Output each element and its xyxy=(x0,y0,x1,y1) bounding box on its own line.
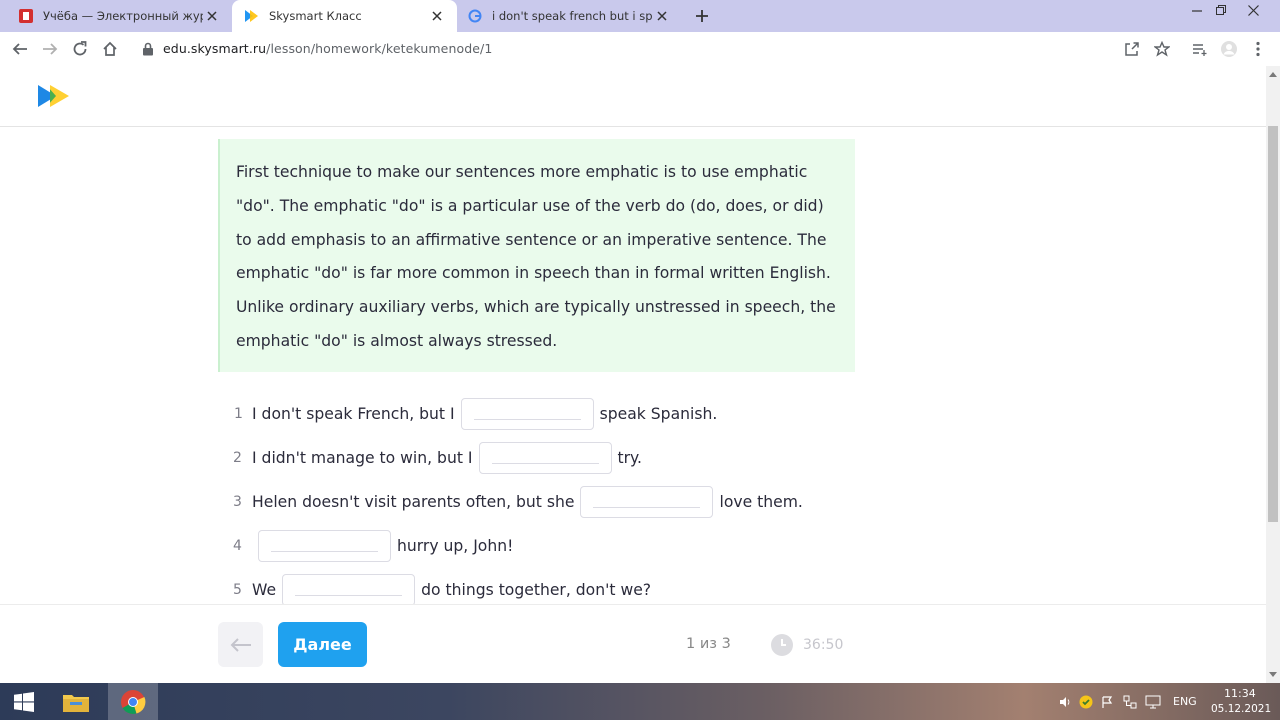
clock-icon xyxy=(771,634,793,656)
page-content: First technique to make our sentences mo… xyxy=(0,66,1266,683)
scroll-up-arrow-icon[interactable] xyxy=(1269,72,1277,77)
item-text-after: love them. xyxy=(719,493,803,511)
list-item: Helen doesn't visit parents often, but s… xyxy=(252,486,803,518)
item-text-after: hurry up, John! xyxy=(397,537,514,555)
skysmart-logo-icon[interactable] xyxy=(38,85,70,111)
item-number: 4 xyxy=(233,538,242,554)
share-icon[interactable] xyxy=(1120,37,1144,61)
flag-icon[interactable] xyxy=(1100,683,1114,720)
close-tab-icon[interactable] xyxy=(429,8,445,24)
timer: 36:50 xyxy=(771,634,843,656)
display-icon[interactable] xyxy=(1144,683,1162,720)
google-favicon-icon xyxy=(467,8,483,24)
left-arrow-icon xyxy=(230,637,251,652)
clock-date[interactable]: 05.12.2021 xyxy=(1211,703,1271,715)
item-text-before: I didn't manage to win, but I xyxy=(252,449,473,467)
lock-icon[interactable] xyxy=(136,37,160,61)
windows-taskbar: ENG 11:34 05.12.2021 xyxy=(0,683,1280,720)
back-arrow-icon[interactable] xyxy=(8,37,32,61)
network-icon[interactable] xyxy=(1122,683,1138,720)
site-header xyxy=(0,66,1266,127)
item-number: 3 xyxy=(233,494,242,510)
item-text-after: do things together, don't we? xyxy=(421,581,652,599)
theory-note: First technique to make our sentences mo… xyxy=(218,139,855,372)
tab-skysmart[interactable]: Skysmart Класс xyxy=(232,0,457,32)
home-icon[interactable] xyxy=(98,37,122,61)
forward-arrow-icon[interactable] xyxy=(38,37,62,61)
reading-list-icon[interactable] xyxy=(1187,37,1211,61)
skysmart-favicon-icon xyxy=(244,8,260,24)
url-path: /lesson/homework/ketekumenode/1 xyxy=(266,41,493,56)
next-button[interactable]: Далее xyxy=(278,622,367,667)
lesson-footer: Далее 1 из 3 36:50 xyxy=(0,604,1266,683)
list-item: hurry up, John! xyxy=(252,530,514,562)
restore-icon[interactable] xyxy=(1206,0,1236,20)
item-text-after: try. xyxy=(617,449,643,467)
tab-title: Skysmart Класс xyxy=(269,9,362,23)
item-text-before: Helen doesn't visit parents often, but s… xyxy=(252,493,575,511)
answer-input[interactable] xyxy=(580,486,714,518)
journal-favicon-icon xyxy=(18,8,34,24)
timer-text: 36:50 xyxy=(803,637,844,653)
list-item: I didn't manage to win, but I try. xyxy=(252,442,643,474)
tab-title: Учёба — Электронный журнал xyxy=(43,9,203,23)
answer-input[interactable] xyxy=(282,574,416,606)
close-tab-icon[interactable] xyxy=(204,8,220,24)
answer-input[interactable] xyxy=(460,398,594,430)
url-host: edu.skysmart.ru xyxy=(163,41,267,56)
browser-toolbar: edu.skysmart.ru/lesson/homework/ketekume… xyxy=(0,32,1280,66)
volume-icon[interactable] xyxy=(1058,683,1072,720)
file-explorer-icon[interactable] xyxy=(56,683,96,720)
chrome-taskbar-icon[interactable] xyxy=(108,683,158,720)
tab-strip: Учёба — Электронный журнал Skysmart Клас… xyxy=(0,0,1280,32)
close-window-icon[interactable] xyxy=(1238,0,1268,20)
theory-text: First technique to make our sentences mo… xyxy=(236,163,836,350)
clock-time[interactable]: 11:34 xyxy=(1224,687,1256,700)
item-text-before: I don't speak French, but I xyxy=(252,405,455,423)
scroll-down-arrow-icon[interactable] xyxy=(1269,672,1277,677)
page-scrollbar[interactable] xyxy=(1266,66,1280,683)
browser-menu-icon[interactable] xyxy=(1246,37,1270,61)
item-number: 2 xyxy=(233,450,242,466)
item-text-before: We xyxy=(252,581,277,599)
item-text-after: speak Spanish. xyxy=(599,405,718,423)
list-item: I don't speak French, but I speak Spanis… xyxy=(252,398,718,430)
tab-google-search[interactable]: i don't speak french but i speak s xyxy=(457,0,682,32)
answer-input[interactable] xyxy=(478,442,612,474)
tab-journal[interactable]: Учёба — Электронный журнал xyxy=(0,0,232,32)
new-tab-button[interactable] xyxy=(690,4,714,28)
step-progress: 1 из 3 xyxy=(686,636,731,652)
tab-title: i don't speak french but i speak s xyxy=(492,9,652,23)
list-item: We do things together, don't we? xyxy=(252,574,652,606)
reload-icon[interactable] xyxy=(68,37,92,61)
address-bar[interactable]: edu.skysmart.ru/lesson/homework/ketekume… xyxy=(163,41,492,56)
bookmark-star-icon[interactable] xyxy=(1150,37,1174,61)
windows-start-icon[interactable] xyxy=(8,683,40,720)
scroll-thumb[interactable] xyxy=(1268,126,1278,522)
answer-input[interactable] xyxy=(258,530,391,562)
item-number: 5 xyxy=(233,582,242,598)
keyboard-language[interactable]: ENG xyxy=(1173,695,1197,708)
security-shield-icon[interactable] xyxy=(1078,683,1094,720)
item-number: 1 xyxy=(234,406,243,422)
profile-avatar-icon[interactable] xyxy=(1217,37,1241,61)
close-tab-icon[interactable] xyxy=(654,8,670,24)
previous-step-button[interactable] xyxy=(218,622,263,667)
